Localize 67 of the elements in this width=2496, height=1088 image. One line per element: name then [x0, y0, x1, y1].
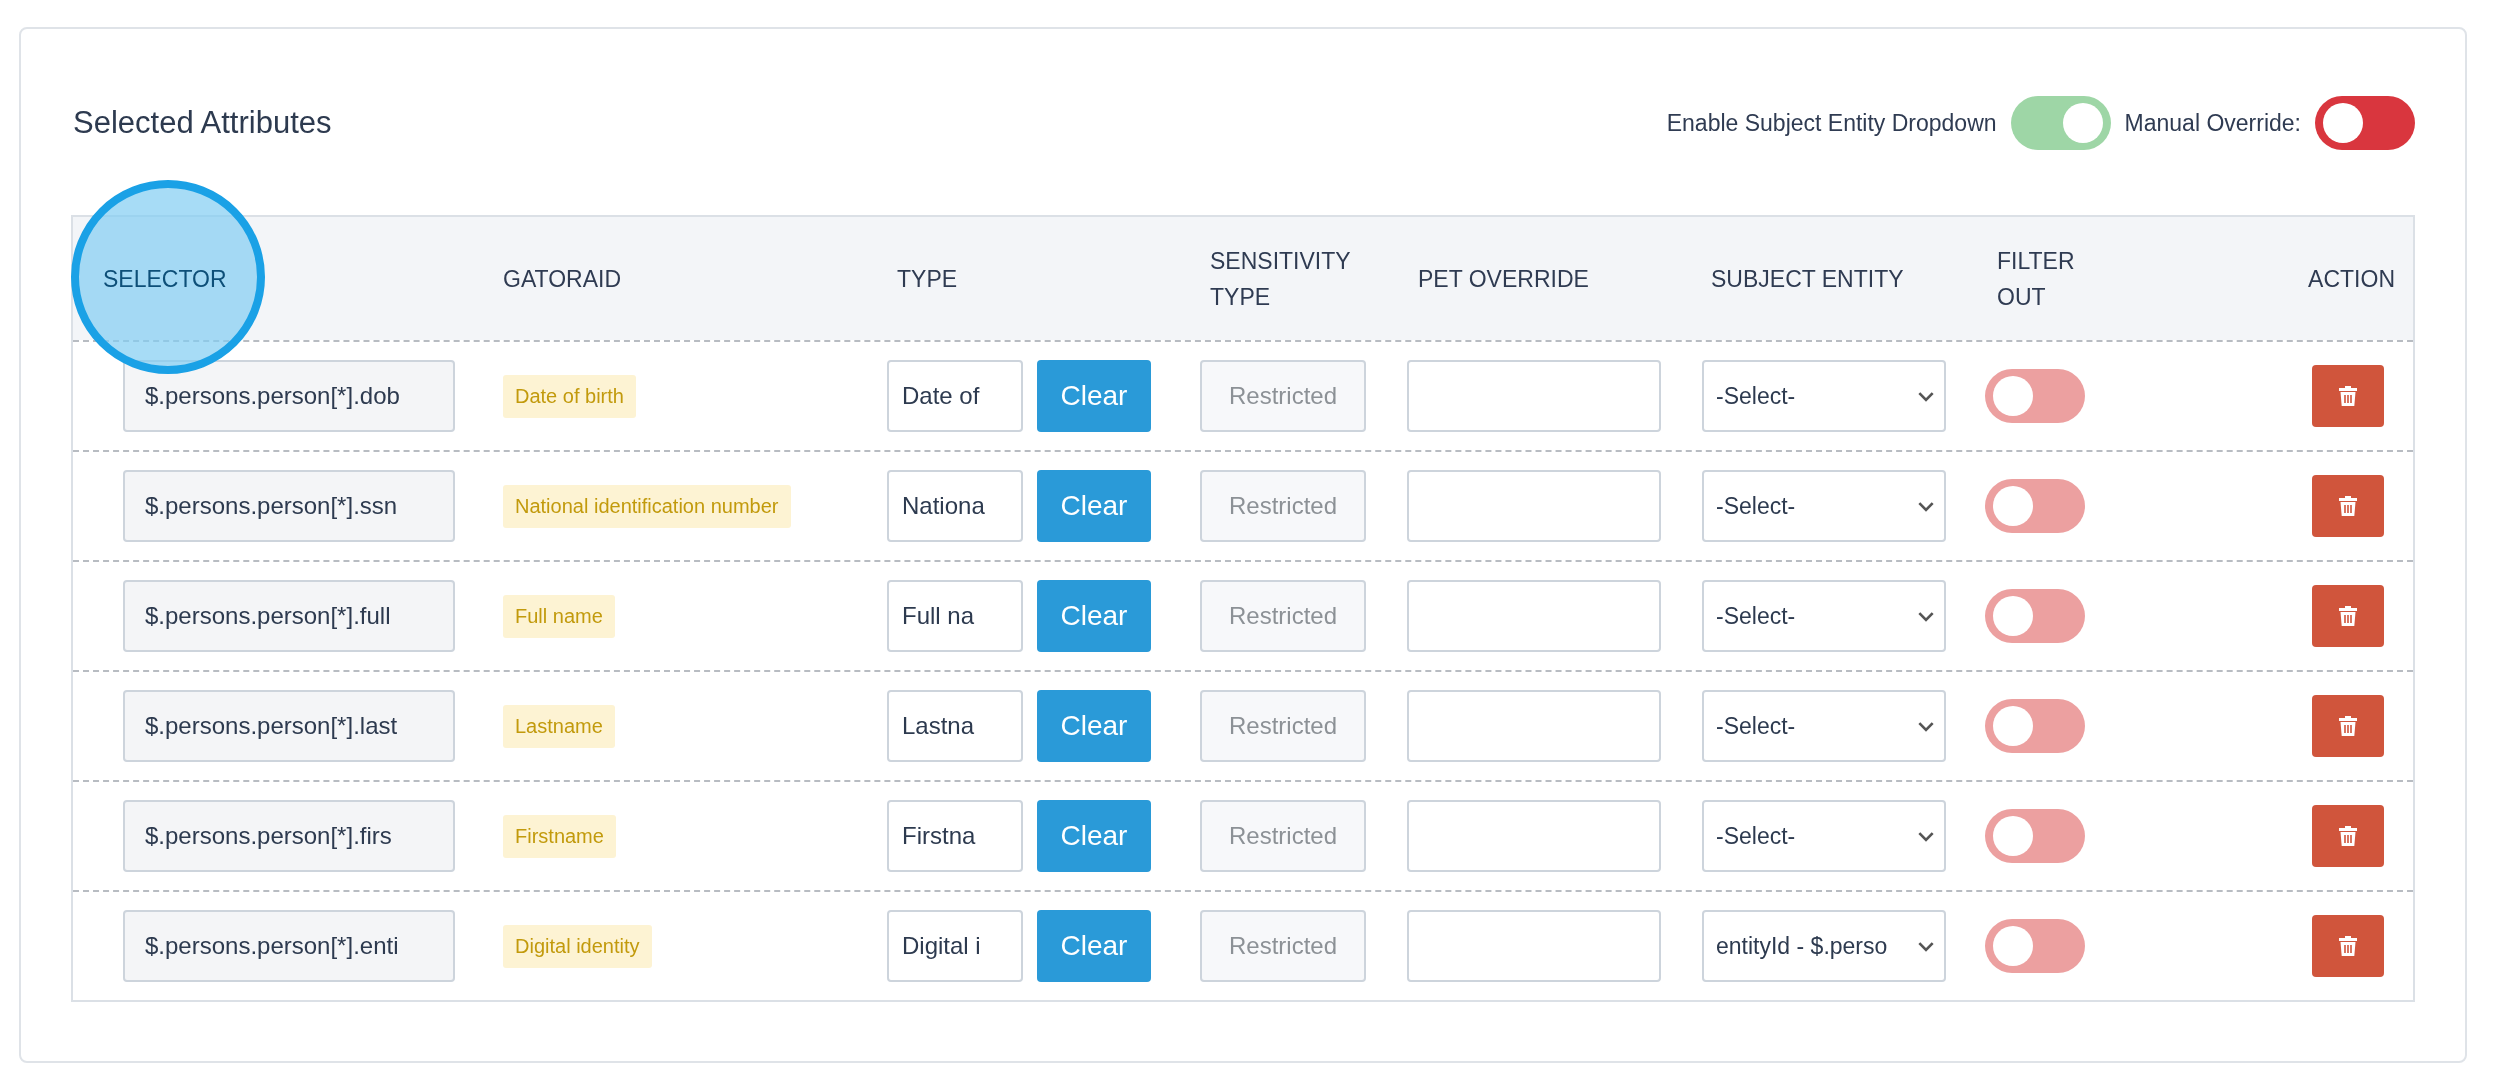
chevron-down-icon: [1918, 610, 1934, 622]
pet-override-field[interactable]: [1407, 580, 1661, 652]
pet-override-field[interactable]: [1407, 360, 1661, 432]
trash-icon: [2338, 935, 2358, 957]
toggle-switch[interactable]: [2315, 96, 2415, 150]
subject-entity-dropdown[interactable]: -Select-: [1702, 470, 1946, 542]
type-field[interactable]: Lastna: [887, 690, 1023, 762]
toggle-label: Manual Override:: [2124, 109, 2301, 137]
gatoraid-tag: Firstname: [503, 814, 616, 858]
gatoraid-tag: Digital identity: [503, 924, 652, 968]
delete-button[interactable]: [2312, 695, 2384, 757]
selector-field[interactable]: $.persons.person[*].enti: [123, 910, 455, 982]
toggle-switch[interactable]: [2010, 96, 2111, 150]
chevron-down-icon: [1918, 500, 1934, 512]
gatoraid-tag: National identification number: [503, 484, 791, 528]
column-header: FILTER OUT: [1997, 246, 2076, 312]
delete-button[interactable]: [2312, 475, 2384, 537]
selector-field[interactable]: $.persons.person[*].dob: [123, 360, 455, 432]
subject-entity-dropdown[interactable]: -Select-: [1702, 360, 1946, 432]
type-field[interactable]: Date of: [887, 360, 1023, 432]
delete-button[interactable]: [2312, 585, 2384, 647]
selector-field[interactable]: $.persons.person[*].last: [123, 690, 455, 762]
column-header: SELECTOR: [103, 264, 227, 294]
filter-out-toggle[interactable]: [1985, 479, 2085, 533]
chevron-down-icon: [1918, 390, 1934, 402]
pet-override-field[interactable]: [1407, 690, 1661, 762]
subject-entity-dropdown[interactable]: -Select-: [1702, 580, 1946, 652]
chevron-down-icon: [1918, 720, 1934, 732]
subject-entity-dropdown[interactable]: -Select-: [1702, 690, 1946, 762]
trash-icon: [2338, 715, 2358, 737]
column-header: ACTION: [2308, 264, 2395, 294]
chevron-down-icon: [1918, 830, 1934, 842]
type-field[interactable]: Nationa: [887, 470, 1023, 542]
column-header: GATORAID: [503, 264, 621, 294]
selector-field[interactable]: $.persons.person[*].firs: [123, 800, 455, 872]
column-header: PET OVERRIDE: [1418, 264, 1589, 294]
subject-entity-dropdown[interactable]: -Select-: [1702, 800, 1946, 872]
chevron-down-icon: [1918, 940, 1934, 952]
selector-field[interactable]: $.persons.person[*].full: [123, 580, 455, 652]
filter-out-toggle[interactable]: [1985, 919, 2085, 973]
gatoraid-tag: Full name: [503, 594, 615, 638]
pet-override-field[interactable]: [1407, 800, 1661, 872]
column-header: TYPE: [897, 264, 958, 294]
delete-button[interactable]: [2312, 805, 2384, 867]
trash-icon: [2338, 495, 2358, 517]
trash-icon: [2338, 605, 2358, 627]
selector-field[interactable]: $.persons.person[*].ssn: [123, 470, 455, 542]
gatoraid-tag: Date of birth: [503, 374, 636, 418]
delete-button[interactable]: [2312, 365, 2384, 427]
trash-icon: [2338, 385, 2358, 407]
filter-out-toggle[interactable]: [1985, 809, 2085, 863]
column-header: SENSITIVITY TYPE: [1210, 246, 1351, 312]
section-title: Selected Attributes: [73, 105, 332, 141]
type-field[interactable]: Full na: [887, 580, 1023, 652]
trash-icon: [2338, 825, 2358, 847]
delete-button[interactable]: [2312, 915, 2384, 977]
toggle-label: Enable Subject Entity Dropdown: [1666, 109, 1997, 137]
filter-out-toggle[interactable]: [1985, 699, 2085, 753]
column-header: SUBJECT ENTITY: [1711, 264, 1904, 294]
filter-out-toggle[interactable]: [1985, 369, 2085, 423]
filter-out-toggle[interactable]: [1985, 589, 2085, 643]
type-field[interactable]: Firstna: [887, 800, 1023, 872]
pet-override-field[interactable]: [1407, 910, 1661, 982]
pet-override-field[interactable]: [1407, 470, 1661, 542]
type-field[interactable]: Digital i: [887, 910, 1023, 982]
subject-entity-dropdown[interactable]: entityId - $.perso: [1702, 910, 1946, 982]
gatoraid-tag: Lastname: [503, 704, 615, 748]
